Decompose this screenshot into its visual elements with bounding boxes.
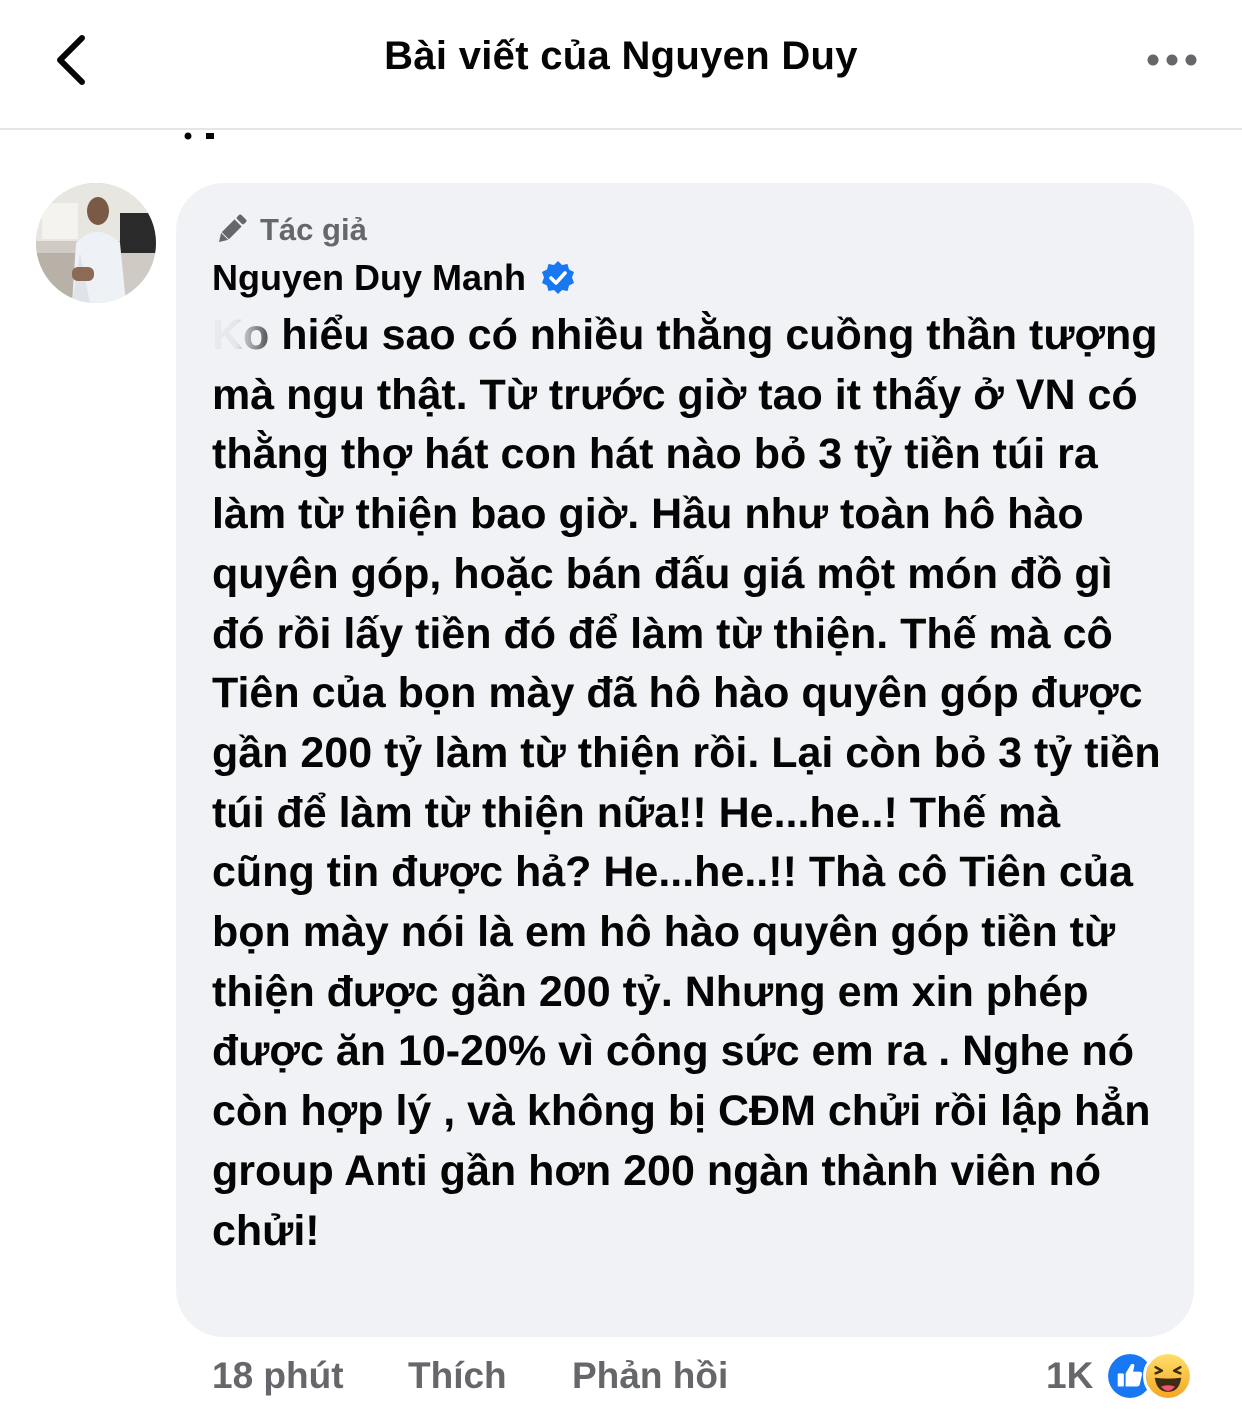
verified-check-icon: [542, 261, 575, 294]
haha-face-icon: [1143, 1351, 1194, 1401]
comment-actions: 18 phút Thích Phản hồi: [212, 1350, 728, 1402]
scroll-artifact: [184, 132, 214, 140]
reply-button[interactable]: Phản hồi: [572, 1355, 728, 1397]
pencil-icon: [218, 214, 247, 243]
author-name-text[interactable]: Nguyen Duy Manh: [212, 257, 526, 299]
top-nav-bar: Bài viết của Nguyen Duy: [0, 0, 1242, 130]
like-button[interactable]: Thích: [408, 1355, 572, 1397]
reactions-summary[interactable]: 1K: [1046, 1348, 1194, 1404]
author-badge: Tác giả: [212, 208, 367, 252]
avatar[interactable]: [36, 183, 156, 303]
avatar-photo: [36, 183, 156, 303]
comment-timestamp[interactable]: 18 phút: [212, 1355, 408, 1397]
comment-text: Ko hiểu sao có nhiều thằng cuồng thần tư…: [212, 311, 1161, 1255]
author-badge-label: Tác giả: [260, 212, 367, 247]
more-options-button[interactable]: [1140, 40, 1204, 80]
comment-author[interactable]: Nguyen Duy Manh: [212, 256, 576, 300]
page-title: Bài viết của Nguyen Duy: [384, 34, 858, 78]
more-dots-icon: [1147, 54, 1197, 66]
reaction-count[interactable]: 1K: [1046, 1355, 1093, 1397]
